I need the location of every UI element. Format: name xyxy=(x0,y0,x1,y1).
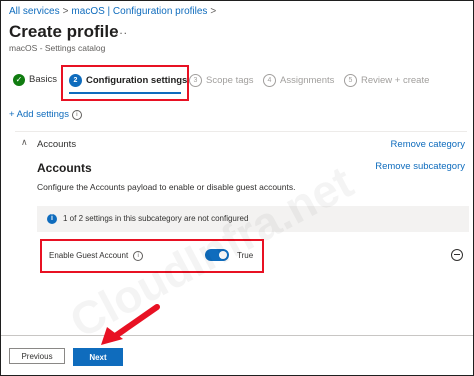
step-number: 4 xyxy=(263,74,276,87)
more-options-icon[interactable]: ... xyxy=(115,23,128,37)
step-number: 5 xyxy=(344,74,357,87)
step-label: Review + create xyxy=(361,75,430,86)
previous-button[interactable]: Previous xyxy=(9,348,65,364)
breadcrumb-configuration-profiles[interactable]: macOS | Configuration profiles xyxy=(71,6,207,17)
check-icon: ✓ xyxy=(13,74,25,86)
step-assignments[interactable]: 4 Assignments xyxy=(263,74,334,87)
step-label: Scope tags xyxy=(206,75,254,86)
remove-subcategory-link[interactable]: Remove subcategory xyxy=(375,161,465,172)
step-label: Assignments xyxy=(280,75,335,86)
chevron-up-icon[interactable]: ∧ xyxy=(21,137,28,148)
breadcrumb: All services > macOS | Configuration profi… xyxy=(9,6,219,17)
breadcrumb-separator: > xyxy=(62,6,69,17)
step-label: Basics xyxy=(29,74,57,85)
remove-setting-icon[interactable] xyxy=(451,249,463,261)
red-arrow-annotation xyxy=(101,304,160,345)
highlight-box-active-step xyxy=(61,65,189,101)
info-icon: i xyxy=(47,214,57,224)
setting-label: Enable Guest Account xyxy=(49,251,129,260)
step-scope-tags[interactable]: 3 Scope tags xyxy=(189,74,254,87)
subcategory-title: Accounts xyxy=(37,161,92,175)
next-button[interactable]: Next xyxy=(73,348,123,366)
wizard-steps: ✓ Basics 2 Configuration settings 3 Scope t… xyxy=(9,65,469,101)
add-settings-link[interactable]: + Add settings i xyxy=(9,109,82,120)
setting-row: Enable Guest Account i xyxy=(49,251,144,261)
subcategory-description: Configure the Accounts payload to enable… xyxy=(37,182,296,192)
breadcrumb-separator: > xyxy=(210,6,217,17)
create-profile-pane: All services > macOS | Configuration profi… xyxy=(0,0,474,376)
step-number: 3 xyxy=(189,74,202,87)
category-name: Accounts xyxy=(37,139,77,150)
remove-category-link[interactable]: Remove category xyxy=(391,139,465,150)
info-icon[interactable]: i xyxy=(71,110,82,120)
page-title: Create profile xyxy=(9,22,119,41)
page-subtitle: macOS - Settings catalog xyxy=(9,43,106,53)
breadcrumb-all-services[interactable]: All services xyxy=(9,6,60,17)
divider xyxy=(15,131,467,132)
step-basics[interactable]: ✓ Basics xyxy=(13,74,57,86)
footer-divider xyxy=(1,335,473,336)
step-review-create[interactable]: 5 Review + create xyxy=(344,74,429,87)
add-settings-label: + Add settings xyxy=(9,109,69,120)
